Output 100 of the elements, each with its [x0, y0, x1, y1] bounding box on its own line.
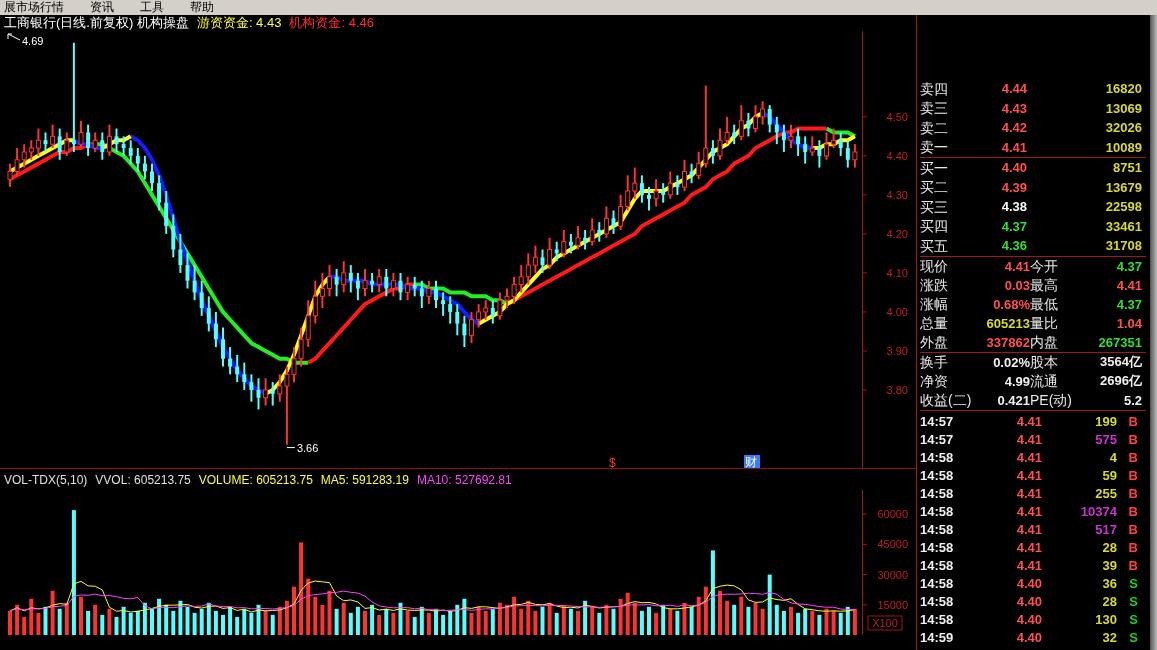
volume-value: 8751 — [1112, 160, 1142, 176]
scale-label: X100 — [867, 615, 903, 631]
candle — [114, 127, 119, 153]
quote-label: 股本 — [1030, 353, 1059, 371]
menu-item[interactable]: 展市场行情 — [4, 0, 64, 15]
candle — [824, 131, 829, 161]
axis-label: 15000 — [877, 598, 908, 611]
axis-label: 60000 — [877, 508, 908, 521]
trade-time: 14:58 — [920, 540, 955, 555]
quote-label: 现价 — [920, 257, 949, 275]
candle — [611, 209, 616, 235]
price-value: 4.36 — [1000, 238, 1027, 254]
trade-price: 4.40 — [1015, 630, 1042, 645]
trade-time: 14:57 — [920, 414, 955, 429]
quote-label: 买四 — [920, 217, 949, 236]
volume-indicator: MA10: 527692.81 — [416, 472, 512, 489]
menu-item[interactable]: 工具 — [140, 0, 164, 15]
quote-label: 涨幅 — [920, 295, 949, 313]
candle — [746, 111, 751, 138]
high-price-pointer-icon — [7, 33, 21, 41]
menu-item[interactable]: 帮助 — [190, 0, 214, 15]
candle — [682, 158, 687, 192]
trade-price: 4.41 — [1015, 414, 1042, 429]
trade-time: 14:58 — [920, 612, 955, 627]
high-price-label: 4.69 — [22, 35, 44, 47]
quote-value: 0.02% — [992, 354, 1030, 370]
axis-label: 4.00 — [886, 305, 908, 318]
volume-indicator: MA5: 591283.19 — [320, 472, 409, 489]
trade-side: B — [1127, 540, 1139, 555]
quote-value: 337862 — [985, 334, 1030, 350]
candle — [178, 232, 183, 274]
quote-label: 换手 — [920, 353, 949, 371]
trade-volume: 130 — [1094, 612, 1117, 627]
candle — [355, 271, 360, 302]
trade-volume: 517 — [1094, 522, 1117, 537]
indicator-value: 机构资金: 4.46 — [289, 15, 374, 31]
candle — [171, 213, 176, 259]
price-value: 4.40 — [1000, 160, 1027, 176]
candle — [362, 268, 368, 298]
trade-price: 4.41 — [1015, 522, 1042, 537]
trade-side: S — [1128, 594, 1139, 609]
trade-volume: 28 — [1101, 594, 1117, 609]
trade-volume: 32 — [1101, 630, 1117, 645]
axis-label: 4.20 — [886, 227, 908, 240]
volume-value: 31708 — [1104, 238, 1142, 254]
trade-time: 14:58 — [920, 558, 955, 573]
candle — [434, 279, 438, 310]
axis-label: 45000 — [877, 538, 908, 551]
quote-label: 卖四 — [920, 79, 949, 98]
axis-label: 4.50 — [886, 110, 908, 123]
chart-title: 工商银行(日线.前复权) 机构操盘 — [4, 15, 189, 31]
candle — [43, 131, 48, 153]
indicator-value: 游资资金: 4.43 — [196, 15, 282, 31]
quote-value: 3564亿 — [1099, 353, 1142, 371]
volume-value: 10089 — [1104, 139, 1142, 155]
quote-value: 4.41 — [1003, 258, 1030, 274]
trade-price: 4.41 — [1015, 450, 1042, 465]
trade-side: B — [1127, 432, 1139, 447]
quote-value: 267351 — [1097, 334, 1142, 350]
candle — [419, 279, 424, 310]
candle — [135, 147, 140, 173]
candle — [256, 377, 261, 411]
trade-price: 4.41 — [1015, 486, 1042, 501]
quote-label: 量比 — [1030, 314, 1059, 332]
candle — [689, 162, 694, 185]
candle — [213, 310, 218, 349]
candle — [185, 252, 190, 290]
price-value: 4.42 — [1000, 120, 1027, 136]
menu-item[interactable]: 资讯 — [90, 0, 114, 15]
volume-indicator: VOLUME: 605213.75 — [198, 472, 313, 489]
quote-label: 最高 — [1030, 276, 1059, 294]
trade-volume: 59 — [1101, 468, 1117, 483]
quote-label: 涨跌 — [920, 276, 949, 294]
candle — [653, 178, 659, 208]
trade-time: 14:58 — [920, 486, 955, 501]
quote-label: 最低 — [1030, 295, 1059, 313]
candle — [462, 314, 467, 349]
quote-value: 1.04 — [1115, 315, 1142, 331]
candle — [817, 139, 822, 169]
candle — [327, 264, 332, 298]
trade-price: 4.40 — [1015, 594, 1042, 609]
candle — [142, 154, 147, 181]
quote-value: 605213 — [985, 315, 1030, 331]
candle — [852, 143, 858, 169]
candle — [398, 271, 403, 302]
trade-side: S — [1128, 576, 1139, 591]
trade-volume: 28 — [1101, 540, 1117, 555]
candle — [788, 123, 794, 150]
quote-label: 卖二 — [920, 118, 949, 137]
trade-volume: 10374 — [1079, 504, 1117, 519]
candle — [192, 264, 197, 302]
candle — [426, 279, 432, 306]
candle — [78, 119, 84, 150]
candle — [796, 127, 801, 157]
candle — [575, 225, 581, 251]
quote-label: PE(动) — [1030, 391, 1073, 409]
trade-side: B — [1127, 468, 1139, 483]
quote-label: 内盘 — [1030, 333, 1059, 351]
trade-price: 4.40 — [1015, 612, 1042, 627]
quote-label: 买一 — [920, 158, 949, 177]
